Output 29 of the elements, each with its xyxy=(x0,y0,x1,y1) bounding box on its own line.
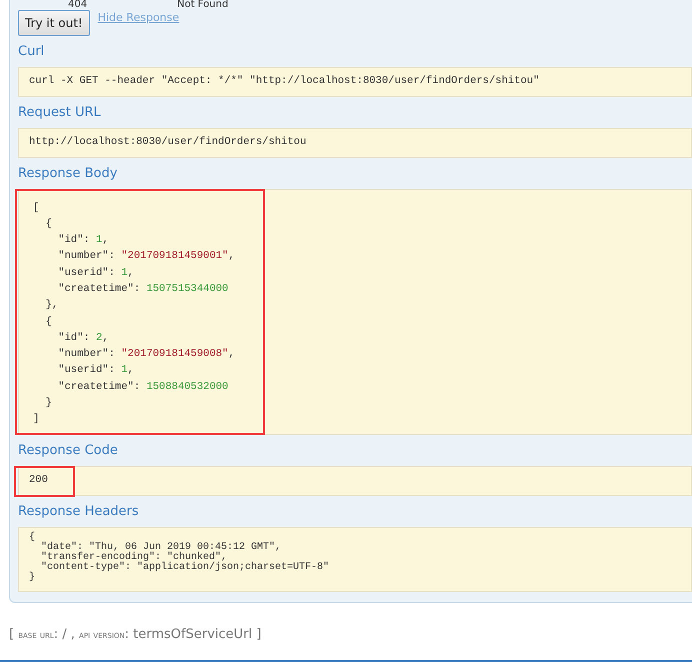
json-line: ] xyxy=(33,412,40,428)
json-line: "createtime": 1508840532000 xyxy=(57,380,230,395)
json-line: "id": 1, xyxy=(57,233,110,248)
json-line: { xyxy=(44,314,53,330)
header-line: "transfer-encoding": "chunked", xyxy=(40,552,228,563)
footer-info: [ base url: / , api version: termsOfServiceUrl ] xyxy=(8,626,262,644)
json-line: "number": "201709181459008", xyxy=(57,347,235,362)
header-line: "date": "Thu, 06 Jun 2019 00:45:12 GMT", xyxy=(40,542,282,553)
section-heading: Response Body xyxy=(18,166,118,182)
section-heading: Request URL xyxy=(18,104,102,121)
json-line: } xyxy=(44,396,53,412)
json-line: { xyxy=(44,216,53,232)
try-it-out-button[interactable]: Try it out! xyxy=(18,10,90,36)
header-line: } xyxy=(29,572,36,583)
section-heading: Curl xyxy=(18,44,46,60)
code-text: 200 xyxy=(29,473,48,488)
section-heading: Response Headers xyxy=(18,504,140,520)
json-line: [ xyxy=(33,200,40,216)
section-heading: Response Code xyxy=(18,443,119,460)
json-line: }, xyxy=(44,298,60,314)
code-text: http://localhost:8030/user/findOrders/shitou xyxy=(29,134,306,149)
json-line: "userid": 1, xyxy=(57,363,135,378)
code-text: curl -X GET --header "Accept: */*" "http://localhost:8030/user/findOrders/shitou" xyxy=(29,74,540,88)
json-line: "createtime": 1507515344000 xyxy=(57,282,230,297)
json-line: "number": "201709181459001", xyxy=(57,249,235,264)
header-line: "content-type": "application/json;charset=UTF-8" xyxy=(40,562,330,573)
json-line: "userid": 1, xyxy=(57,266,135,281)
header-line: { xyxy=(29,532,36,543)
json-line: "id": 2, xyxy=(57,330,110,346)
